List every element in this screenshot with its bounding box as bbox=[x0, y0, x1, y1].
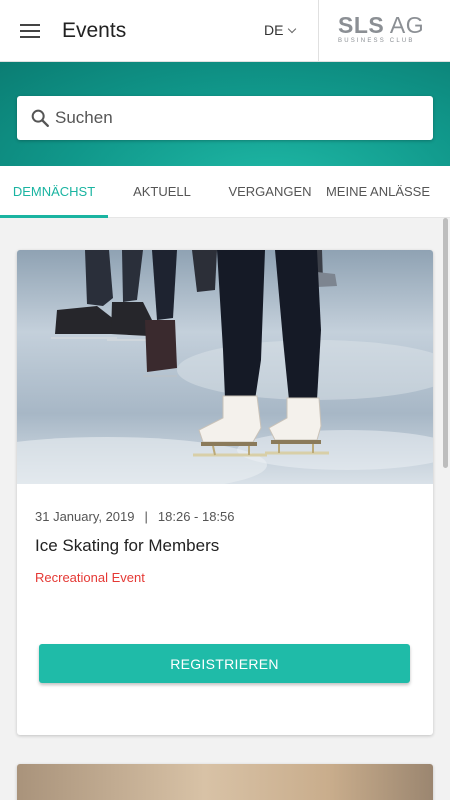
search-icon bbox=[31, 109, 49, 127]
tab-upcoming[interactable]: DEMNÄCHST bbox=[0, 166, 108, 218]
tab-my-events[interactable]: MEINE ANLÄSSE bbox=[324, 166, 432, 218]
tab-past[interactable]: VERGANGEN bbox=[216, 166, 324, 218]
date-time-separator: | bbox=[144, 509, 148, 524]
search-banner bbox=[0, 62, 450, 166]
logo-subtitle: BUSINESS CLUB bbox=[338, 38, 415, 44]
chevron-down-icon bbox=[288, 24, 297, 34]
search-box[interactable] bbox=[17, 96, 433, 140]
language-label: DE bbox=[264, 22, 284, 38]
event-date: 31 January, 2019 bbox=[35, 509, 135, 524]
event-image bbox=[17, 250, 433, 484]
event-card-next[interactable] bbox=[17, 764, 433, 800]
header-divider bbox=[318, 0, 319, 62]
scrollbar[interactable] bbox=[443, 218, 448, 468]
event-category: Recreational Event bbox=[35, 570, 145, 585]
company-logo: SLS AG BUSINESS CLUB bbox=[338, 13, 428, 44]
ice-skating-photo bbox=[17, 250, 433, 484]
search-input[interactable] bbox=[55, 96, 415, 140]
logo-main-bold: SLS bbox=[338, 12, 385, 38]
event-title: Ice Skating for Members bbox=[35, 536, 220, 555]
event-time: 18:26 - 18:56 bbox=[157, 509, 235, 524]
tab-bar: DEMNÄCHST AKTUELL VERGANGEN MEINE ANLÄSS… bbox=[0, 166, 450, 218]
tab-current[interactable]: AKTUELL bbox=[108, 166, 216, 218]
event-date-time: 31 January, 2019 | 18:26 - 18:56 bbox=[35, 509, 235, 524]
event-card[interactable]: 31 January, 2019 | 18:26 - 18:56 Ice Skati… bbox=[17, 250, 433, 735]
page-title: Events bbox=[62, 19, 127, 42]
language-selector[interactable]: DE bbox=[264, 22, 297, 38]
app-bar: Events DE SLS AG BUSINESS CLUB bbox=[0, 0, 450, 62]
menu-icon[interactable] bbox=[18, 19, 42, 43]
logo-main-rest: AG bbox=[384, 12, 425, 38]
register-button[interactable]: REGISTRIEREN bbox=[39, 644, 410, 683]
active-tab-indicator bbox=[0, 215, 108, 218]
